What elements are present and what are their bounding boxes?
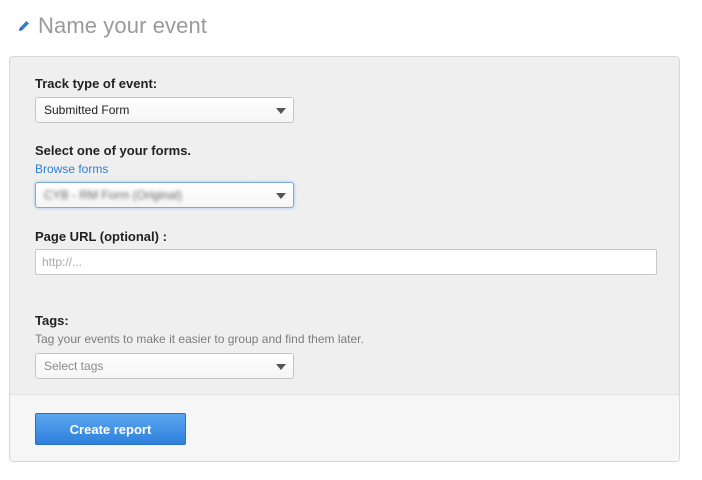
event-form-panel: Track type of event: Submitted Form Sele… (9, 56, 680, 462)
event-type-value: Submitted Form (44, 103, 130, 117)
page-title: Name your event (38, 13, 208, 38)
chevron-down-icon (276, 193, 286, 199)
chevron-down-icon (276, 364, 286, 370)
page-url-input[interactable] (35, 249, 657, 275)
form-select[interactable]: CYB - RM Form (Original) (35, 182, 294, 208)
tags-hint: Tag your events to make it easier to gro… (35, 332, 364, 346)
tags-select-placeholder: Select tags (44, 359, 104, 373)
page-url-label: Page URL (optional) : (35, 229, 167, 244)
event-type-label: Track type of event: (35, 76, 158, 91)
tags-label: Tags: (35, 313, 69, 328)
page-header: Name your event (16, 12, 207, 40)
tags-select[interactable]: Select tags (35, 353, 294, 379)
browse-forms-link[interactable]: Browse forms (35, 162, 108, 176)
event-type-select[interactable]: Submitted Form (35, 97, 294, 123)
chevron-down-icon (276, 108, 286, 114)
form-select-value: CYB - RM Form (Original) (44, 188, 183, 202)
form-select-label: Select one of your forms. (35, 143, 192, 158)
pencil-icon (16, 18, 32, 34)
create-report-button[interactable]: Create report (35, 413, 186, 445)
